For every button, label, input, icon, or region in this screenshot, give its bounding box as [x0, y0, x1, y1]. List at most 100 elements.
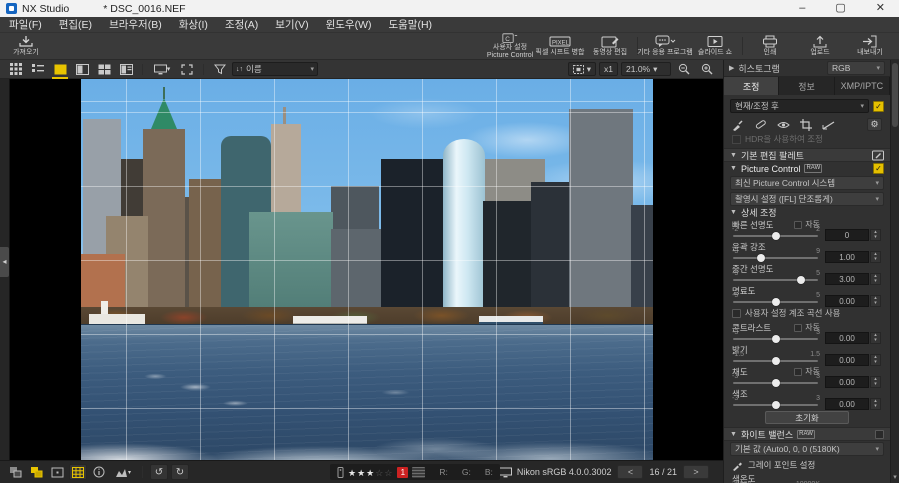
detail-adjust-header[interactable]: ▼ 상세 조정	[724, 207, 890, 218]
list-view-button[interactable]	[28, 61, 48, 78]
slider-track[interactable]	[733, 235, 818, 237]
print-button[interactable]: 인쇄	[745, 33, 795, 59]
shooting-info-button[interactable]	[90, 464, 108, 480]
zoom-level-dropdown[interactable]: 21.0% ▾	[621, 62, 671, 76]
panel-scrollbar[interactable]: ▾	[890, 60, 899, 483]
white-balance-checkbox[interactable]	[875, 430, 884, 439]
zoom-in-button[interactable]	[697, 61, 717, 78]
slider-thumb[interactable]	[772, 232, 780, 240]
import-button[interactable]: 가져오기	[0, 33, 52, 59]
wb-preset-dropdown[interactable]: 기본 값 (Auto0, 0, 0 (5180K) ▾	[730, 442, 884, 456]
tab-xmp-iptc[interactable]: XMP/IPTC	[835, 77, 890, 95]
pixel-shift-merge-button[interactable]: PIXEL 픽셀 시프트 병합	[535, 33, 585, 59]
tab-info[interactable]: 정보	[779, 77, 834, 95]
star-rating[interactable]: ★★★☆☆	[348, 463, 393, 481]
crop-icon[interactable]	[800, 119, 812, 131]
edit-palette-header[interactable]: ▼ 기본 편집 팔레트	[724, 148, 890, 162]
slider-spinner[interactable]: ▴ ▾	[870, 398, 881, 410]
slider-track[interactable]	[733, 257, 818, 259]
pc-system-dropdown[interactable]: 최신 Picture Control 시스템 ▾	[730, 176, 884, 190]
single-image-view-button[interactable]	[50, 61, 70, 78]
filmstrip-expand-handle[interactable]: ◂	[0, 247, 9, 277]
edit-palette-icon[interactable]	[872, 150, 884, 161]
slideshow-button[interactable]: 슬라이드 쇼	[690, 33, 740, 59]
focus-point-button[interactable]	[48, 464, 66, 480]
menu-file[interactable]: 파일(F)	[9, 17, 42, 32]
slider-track[interactable]	[733, 382, 818, 384]
slider-thumb[interactable]	[772, 357, 780, 365]
slider-thumb[interactable]	[772, 298, 780, 306]
thumbnail-grid-view-button[interactable]	[6, 61, 26, 78]
auto-checkbox[interactable]	[794, 324, 802, 332]
slider-value[interactable]: 0.00	[825, 398, 869, 410]
menu-browser[interactable]: 브라우저(B)	[109, 17, 162, 32]
slider-value[interactable]: 0.00	[825, 295, 869, 307]
red-eye-icon[interactable]	[777, 119, 790, 131]
state-enabled-checkbox[interactable]: ✓	[873, 101, 884, 112]
star-icon[interactable]: ★	[366, 468, 375, 478]
other-apps-button[interactable]: 기타 응용 프로그램	[640, 33, 690, 59]
canvas-area[interactable]	[10, 79, 723, 460]
auto-checkbox[interactable]	[794, 221, 802, 229]
straighten-icon[interactable]	[822, 119, 835, 131]
zoom-out-button[interactable]	[674, 61, 694, 78]
tab-adjustments[interactable]: 조정	[724, 77, 779, 95]
four-up-view-button[interactable]	[94, 61, 114, 78]
previous-image-button[interactable]: <	[617, 465, 643, 479]
star-icon[interactable]: ★	[357, 468, 366, 478]
fullscreen-button[interactable]	[177, 61, 197, 78]
secondary-label-badge[interactable]	[412, 467, 425, 478]
next-image-button[interactable]: >	[683, 465, 709, 479]
slider-thumb[interactable]	[757, 254, 765, 262]
hdr-checkbox[interactable]	[732, 135, 741, 144]
filter-button[interactable]	[210, 61, 230, 78]
video-edit-button[interactable]: 동영상 편집	[585, 33, 635, 59]
undo-button[interactable]: ↺	[150, 464, 168, 480]
tool-settings-button[interactable]: ⚙	[867, 118, 882, 131]
menu-view[interactable]: 보기(V)	[275, 17, 308, 32]
slider-track[interactable]	[733, 279, 818, 281]
upload-button[interactable]: 업로드	[795, 33, 845, 59]
slider-thumb[interactable]	[772, 379, 780, 387]
picture-control-header[interactable]: ▼ Picture Control RAW ✓	[724, 162, 890, 175]
fit-view-dropdown[interactable]: ▾	[568, 62, 596, 76]
redo-button[interactable]: ↻	[171, 464, 189, 480]
picture-control-checkbox[interactable]: ✓	[873, 163, 884, 174]
slider-thumb[interactable]	[772, 335, 780, 343]
label-badge[interactable]: 1	[397, 467, 408, 478]
slider-track[interactable]	[733, 338, 818, 340]
slider-track[interactable]	[733, 360, 818, 362]
retouch-bandaid-icon[interactable]	[754, 119, 767, 131]
photo-manhattan-skyline[interactable]	[81, 79, 653, 460]
slider-track[interactable]	[733, 301, 818, 303]
scrollbar-thumb[interactable]	[892, 63, 898, 127]
star-icon[interactable]: ☆	[375, 468, 384, 478]
pc-preset-dropdown[interactable]: 촬영시 설정 ([FL] 단조롭게) ▾	[730, 192, 884, 206]
minimize-button[interactable]: –	[799, 1, 805, 16]
picture-control-button[interactable]: C 사용자 설정 Picture Control	[485, 33, 535, 59]
menu-adjust[interactable]: 조정(A)	[225, 17, 258, 32]
compare-images-button[interactable]	[6, 464, 24, 480]
two-up-view-button[interactable]	[72, 61, 92, 78]
menu-image[interactable]: 화상(I)	[179, 17, 208, 32]
auto-checkbox[interactable]	[794, 368, 802, 376]
maximize-button[interactable]: ▢	[835, 1, 845, 16]
menu-edit[interactable]: 편집(E)	[59, 17, 92, 32]
zoom-1to1-button[interactable]: x1	[599, 62, 618, 76]
grid-overlay-button[interactable]	[69, 464, 87, 480]
export-button[interactable]: 내보내기	[845, 33, 895, 59]
adjustment-brush-icon[interactable]	[732, 119, 744, 131]
slider-spinner[interactable]: ▴ ▾	[870, 295, 881, 307]
gray-point-row[interactable]: 그레이 포인트 설정	[724, 457, 890, 473]
before-after-button[interactable]	[27, 464, 45, 480]
histogram-section-header[interactable]: ▶ 히스토그램 RGB ▾	[724, 60, 890, 77]
star-icon[interactable]: ★	[348, 468, 357, 478]
image-info-view-button[interactable]	[116, 61, 136, 78]
white-balance-header[interactable]: ▼ 화이트 밸런스 RAW	[724, 427, 890, 441]
close-button[interactable]: ✕	[876, 1, 885, 16]
star-icon[interactable]: ☆	[384, 468, 393, 478]
tone-curve-checkbox[interactable]	[732, 309, 741, 318]
sort-dropdown[interactable]: ↓↑ 이름 ▾	[232, 62, 318, 76]
slider-thumb[interactable]	[772, 401, 780, 409]
histogram-channel-dropdown[interactable]: RGB ▾	[827, 61, 885, 75]
